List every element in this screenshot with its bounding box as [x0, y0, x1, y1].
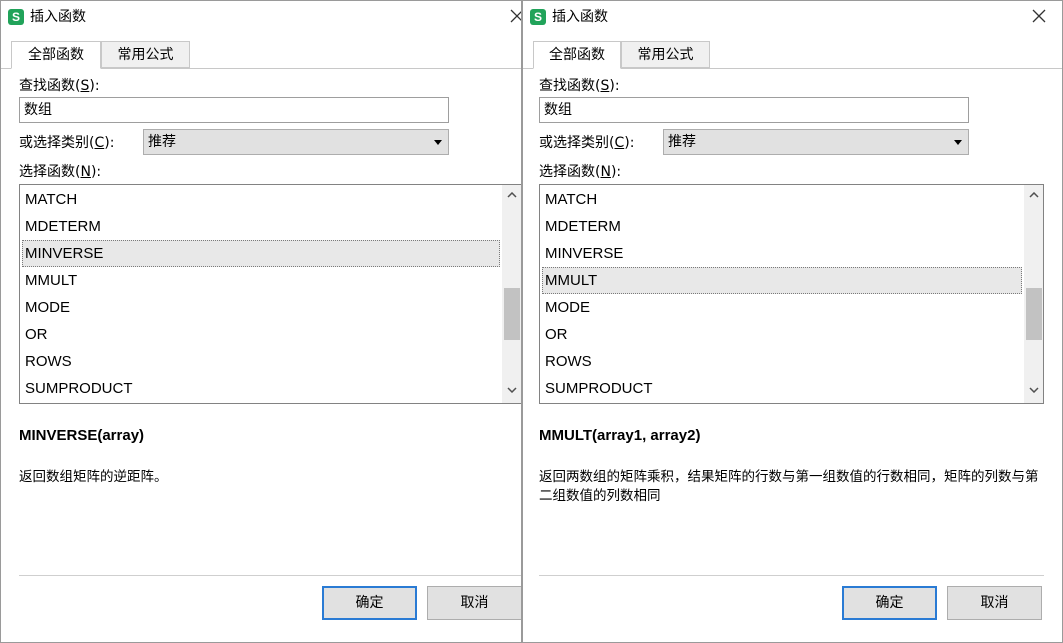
function-list-label: 选择函数(N): [539, 164, 622, 180]
category-value: 推荐 [668, 134, 696, 150]
chevron-up-icon [1028, 192, 1039, 198]
function-item-match[interactable]: MATCH [22, 186, 500, 213]
scroll-up-button[interactable] [1024, 187, 1043, 204]
app-logo-icon: S [530, 9, 546, 25]
category-label: 或选择类别(C): [19, 135, 115, 151]
scroll-down-button[interactable] [1024, 382, 1043, 399]
function-signature: MINVERSE(array) [19, 427, 145, 444]
divider [19, 575, 521, 576]
function-item-or[interactable]: OR [22, 321, 500, 348]
chevron-down-icon [506, 387, 517, 393]
close-button[interactable] [504, 5, 521, 29]
function-item-sumproduct[interactable]: SUMPRODUCT [22, 375, 500, 402]
cancel-button[interactable]: 取消 [947, 586, 1042, 620]
scroll-thumb[interactable] [1026, 288, 1042, 340]
close-icon [1032, 9, 1046, 23]
function-signature: MMULT(array1, array2) [539, 427, 701, 444]
close-icon [510, 9, 521, 23]
tab-all-functions[interactable]: 全部函数 [11, 41, 101, 69]
function-description: 返回两数组的矩阵乘积，结果矩阵的行数与第一组数值的行数相同，矩阵的列数与第二组数… [539, 469, 1039, 504]
category-value: 推荐 [148, 134, 176, 150]
caret-down-icon [954, 140, 962, 145]
function-list[interactable]: MATCH MDETERM MINVERSE MMULT MODE OR ROW… [19, 184, 521, 404]
function-item-mode[interactable]: MODE [22, 294, 500, 321]
function-item-rows[interactable]: ROWS [22, 348, 500, 375]
list-scrollbar[interactable] [502, 185, 521, 403]
function-item-sumproduct[interactable]: SUMPRODUCT [542, 375, 1022, 402]
function-item-mmult[interactable]: MMULT [542, 267, 1022, 294]
category-select[interactable]: 推荐 [663, 129, 969, 155]
ok-button[interactable]: 确定 [842, 586, 937, 620]
scroll-down-button[interactable] [502, 382, 521, 399]
search-label: 查找函数(S): [19, 78, 100, 94]
tab-all-functions[interactable]: 全部函数 [533, 41, 621, 69]
dialog-title: 插入函数 [30, 9, 86, 25]
app-logo-icon: S [8, 9, 24, 25]
title-bar: S 插入函数 [523, 1, 1062, 34]
chevron-down-icon [1028, 387, 1039, 393]
tab-common-formulas[interactable]: 常用公式 [101, 41, 190, 68]
function-item-mdeterm[interactable]: MDETERM [542, 213, 1022, 240]
function-item-match[interactable]: MATCH [542, 186, 1022, 213]
function-item-minverse[interactable]: MINVERSE [542, 240, 1022, 267]
function-list-label: 选择函数(N): [19, 164, 102, 180]
function-description: 返回数组矩阵的逆距阵。 [19, 469, 168, 485]
function-item-mmult[interactable]: MMULT [22, 267, 500, 294]
tab-common-formulas[interactable]: 常用公式 [621, 41, 710, 68]
insert-function-dialog-left: S 插入函数 全部函数 常用公式 查找函数(S): 数组 或选择类别(C): 推… [0, 0, 522, 643]
caret-down-icon [434, 140, 442, 145]
divider [539, 575, 1044, 576]
title-bar: S 插入函数 [1, 1, 521, 34]
scroll-thumb[interactable] [504, 288, 520, 340]
search-input[interactable]: 数组 [539, 97, 969, 123]
category-select[interactable]: 推荐 [143, 129, 449, 155]
function-item-minverse[interactable]: MINVERSE [22, 240, 500, 267]
search-input[interactable]: 数组 [19, 97, 449, 123]
scroll-up-button[interactable] [502, 187, 521, 204]
insert-function-dialog-right: S 插入函数 全部函数 常用公式 查找函数(S): 数组 或选择类别(C): 推… [522, 0, 1063, 643]
close-button[interactable] [1026, 5, 1052, 29]
function-item-mdeterm[interactable]: MDETERM [22, 213, 500, 240]
function-item-or[interactable]: OR [542, 321, 1022, 348]
category-label: 或选择类别(C): [539, 135, 635, 151]
cancel-button[interactable]: 取消 [427, 586, 521, 620]
search-label: 查找函数(S): [539, 78, 620, 94]
function-item-rows[interactable]: ROWS [542, 348, 1022, 375]
ok-button[interactable]: 确定 [322, 586, 417, 620]
dialog-title: 插入函数 [552, 9, 608, 25]
chevron-up-icon [506, 192, 517, 198]
function-item-mode[interactable]: MODE [542, 294, 1022, 321]
list-scrollbar[interactable] [1024, 185, 1043, 403]
function-list[interactable]: MATCH MDETERM MINVERSE MMULT MODE OR ROW… [539, 184, 1044, 404]
